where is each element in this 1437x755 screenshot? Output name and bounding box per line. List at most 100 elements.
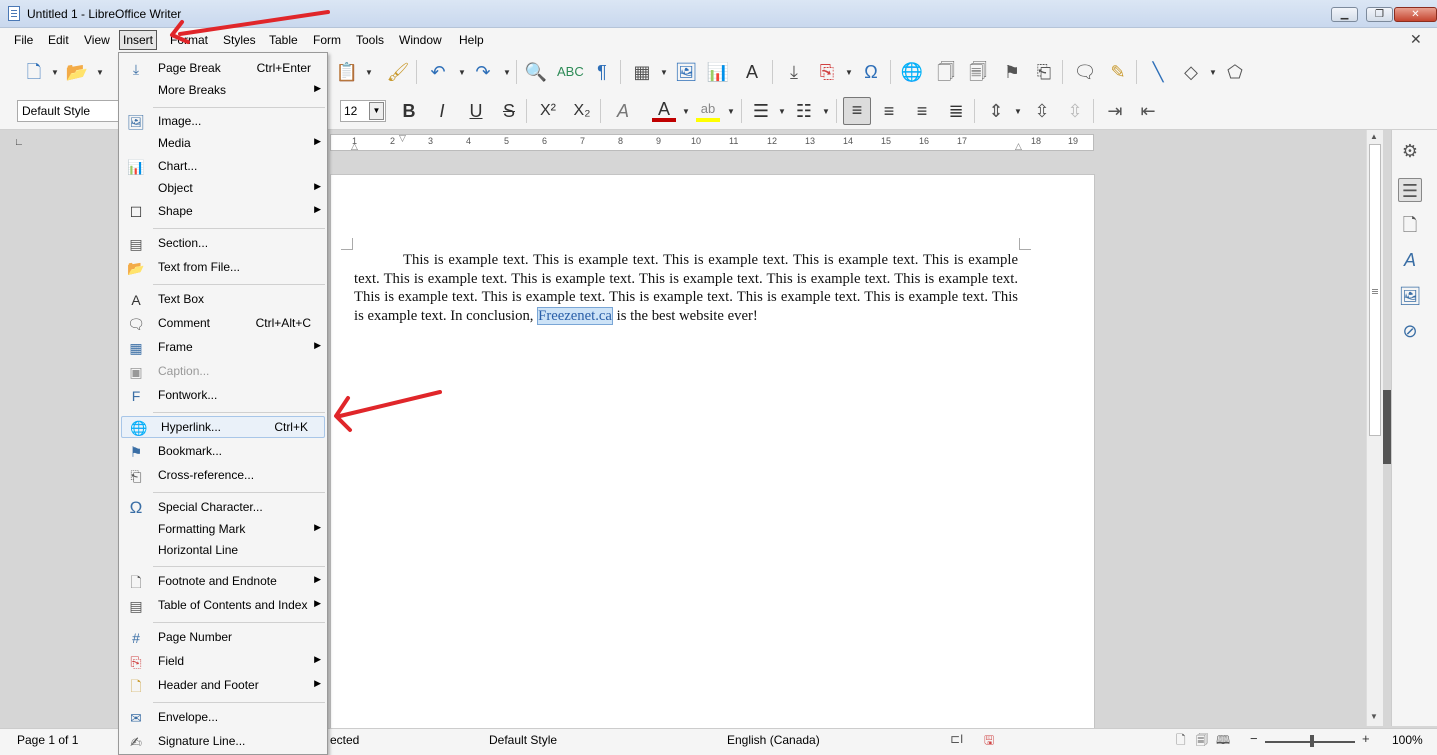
menu-item-comment[interactable]: 🗨 Comment Ctrl+Alt+C [119,313,327,335]
draw-functions-icon[interactable]: ⬠ [1223,60,1247,84]
insert-text-box-icon[interactable]: A [740,60,764,84]
paste-icon[interactable]: 📋 [335,60,359,84]
hyperlink-selection[interactable]: Freezenet.ca [537,306,613,325]
menu-item-caption[interactable]: ▣ Caption... [119,361,327,383]
sidebar-gallery-icon[interactable]: 🖼 [1398,284,1422,308]
menu-edit[interactable]: Edit [45,32,72,48]
menu-item-envelope[interactable]: ✉ Envelope... [119,707,327,729]
language-status[interactable]: English (Canada) [727,733,820,747]
strikethrough-icon[interactable]: S [497,99,521,123]
special-character-icon[interactable]: Ω [859,60,883,84]
menu-item-fontwork[interactable]: F Fontwork... [119,385,327,407]
menu-view[interactable]: View [81,32,113,48]
left-indent-marker-icon[interactable]: △ [351,141,358,152]
menu-item-cross-reference[interactable]: ⎗ Cross-reference... [119,465,327,487]
menu-item-more-breaks[interactable]: More Breaks ▶ [119,80,327,102]
menu-item-object[interactable]: Object ▶ [119,178,327,200]
highlight-dropdown-icon[interactable]: ▼ [727,107,735,116]
menu-item-page-number[interactable]: # Page Number [119,627,327,649]
superscript-icon[interactable]: X² [536,99,560,123]
align-left-icon[interactable]: ≡ [843,97,871,125]
new-document-icon[interactable]: 🗋 [22,60,46,84]
first-line-indent-marker-icon[interactable]: ▽ [399,133,406,144]
numbered-list-icon[interactable]: ☷ [792,99,816,123]
subscript-icon[interactable]: X₂ [570,99,594,123]
book-view-icon[interactable]: 🕮 [1216,731,1230,752]
zoom-out-icon[interactable]: − [1250,731,1258,746]
align-center-icon[interactable]: ≡ [877,99,901,123]
scroll-up-icon[interactable]: ▲ [1370,132,1378,141]
menu-item-horizontal-line[interactable]: Horizontal Line [119,540,327,562]
bullet-dropdown-icon[interactable]: ▼ [778,107,786,116]
basic-shapes-icon[interactable]: ◇ [1179,60,1203,84]
page-style-status[interactable]: Default Style [489,733,557,747]
menu-item-image[interactable]: 🖼 Image... [119,111,327,133]
horizontal-ruler[interactable]: 1 2 3 4 5 6 7 8 9 10 11 12 13 14 15 16 1… [330,133,1094,152]
insert-chart-icon[interactable]: 📊 [706,60,730,84]
maximize-button[interactable]: ❐ [1366,7,1393,22]
insert-footnote-icon[interactable]: 🗍 [934,60,958,84]
insert-endnote-icon[interactable]: 🗐 [966,60,990,84]
insert-bookmark-icon[interactable]: ⚑ [1000,60,1024,84]
single-page-view-icon[interactable]: 🗋 [1176,731,1186,752]
menu-item-header-footer[interactable]: 🗋 Header and Footer ▶ [119,675,327,697]
sidebar-properties-icon[interactable]: ☰ [1398,178,1422,202]
justify-icon[interactable]: ≣ [944,99,968,123]
font-size-dropdown-icon[interactable]: ▼ [369,102,384,120]
spelling-icon[interactable]: ABC [557,60,584,84]
insert-image-icon[interactable]: 🖼 [674,60,698,84]
align-right-icon[interactable]: ≡ [910,99,934,123]
menu-help[interactable]: Help [456,32,487,48]
multi-page-view-icon[interactable]: 🗐 [1196,731,1208,752]
field-dropdown-icon[interactable]: ▼ [845,68,853,77]
shapes-dropdown-icon[interactable]: ▼ [1209,68,1217,77]
sidebar-collapse-handle[interactable] [1383,390,1391,464]
undo-icon[interactable]: ↶ [426,60,450,84]
insert-page-break-icon[interactable]: ⤓ [782,60,806,84]
menu-item-frame[interactable]: ▦ Frame ▶ [119,337,327,359]
sidebar-page-icon[interactable]: 🗋 [1398,213,1422,237]
insert-line-icon[interactable]: ╲ [1146,60,1170,84]
track-changes-icon[interactable]: ✎ [1106,60,1130,84]
underline-icon[interactable]: U [464,99,488,123]
insert-field-icon[interactable]: ⎘ [815,60,839,84]
menu-window[interactable]: Window [396,32,445,48]
clone-formatting-icon[interactable]: 🖌 [386,60,410,84]
page-count-status[interactable]: Page 1 of 1 [17,733,78,747]
scroll-down-icon[interactable]: ▼ [1370,712,1378,721]
menu-item-hyperlink[interactable]: 🌐 Hyperlink... Ctrl+K [121,416,325,438]
open-icon[interactable]: 📂 [65,60,89,84]
line-spacing-icon[interactable]: ⇕ [984,99,1008,123]
increase-paragraph-spacing-icon[interactable]: ⇳ [1030,99,1054,123]
close-window-button[interactable]: ✕ [1394,7,1437,22]
decrease-indent-icon[interactable]: ⇤ [1136,99,1160,123]
bullet-list-icon[interactable]: ☰ [749,99,773,123]
font-size-box[interactable]: 12 ▼ [340,100,386,122]
redo-dropdown-icon[interactable]: ▼ [503,68,511,77]
menu-item-chart[interactable]: 📊 Chart... [119,156,327,178]
vertical-scrollbar[interactable]: ▲ ▼ [1366,130,1383,726]
table-dropdown-icon[interactable]: ▼ [660,68,668,77]
insert-cross-reference-icon[interactable]: ⎗ [1032,60,1056,84]
close-document-icon[interactable]: ✕ [1410,31,1422,48]
redo-icon[interactable]: ↷ [471,60,495,84]
minimize-button[interactable]: ▁ [1331,7,1358,22]
paste-dropdown-icon[interactable]: ▼ [365,68,373,77]
italic-icon[interactable]: I [430,99,454,123]
menu-item-text-from-file[interactable]: 📂 Text from File... [119,257,327,279]
menu-item-formatting-mark[interactable]: Formatting Mark ▶ [119,519,327,541]
tab-stop-icon[interactable]: ∟ [14,137,24,148]
sidebar-settings-icon[interactable]: ⚙ [1398,139,1422,163]
menu-item-table-of-contents[interactable]: ▤ Table of Contents and Index ▶ [119,595,327,617]
insert-comment-icon[interactable]: 🗨 [1073,60,1097,84]
zoom-slider-knob[interactable] [1310,735,1314,747]
new-dropdown-icon[interactable]: ▼ [51,68,59,77]
font-color-dropdown-icon[interactable]: ▼ [682,107,690,116]
zoom-percent[interactable]: 100% [1392,733,1423,747]
insert-hyperlink-icon[interactable]: 🌐 [900,60,924,84]
decrease-paragraph-spacing-icon[interactable]: ⇳ [1063,99,1087,123]
paragraph-style-box[interactable]: Default Style [17,100,121,122]
right-indent-marker-icon[interactable]: △ [1015,141,1022,152]
menu-item-text-box[interactable]: A Text Box [119,289,327,311]
find-replace-icon[interactable]: 🔍 [524,60,548,84]
